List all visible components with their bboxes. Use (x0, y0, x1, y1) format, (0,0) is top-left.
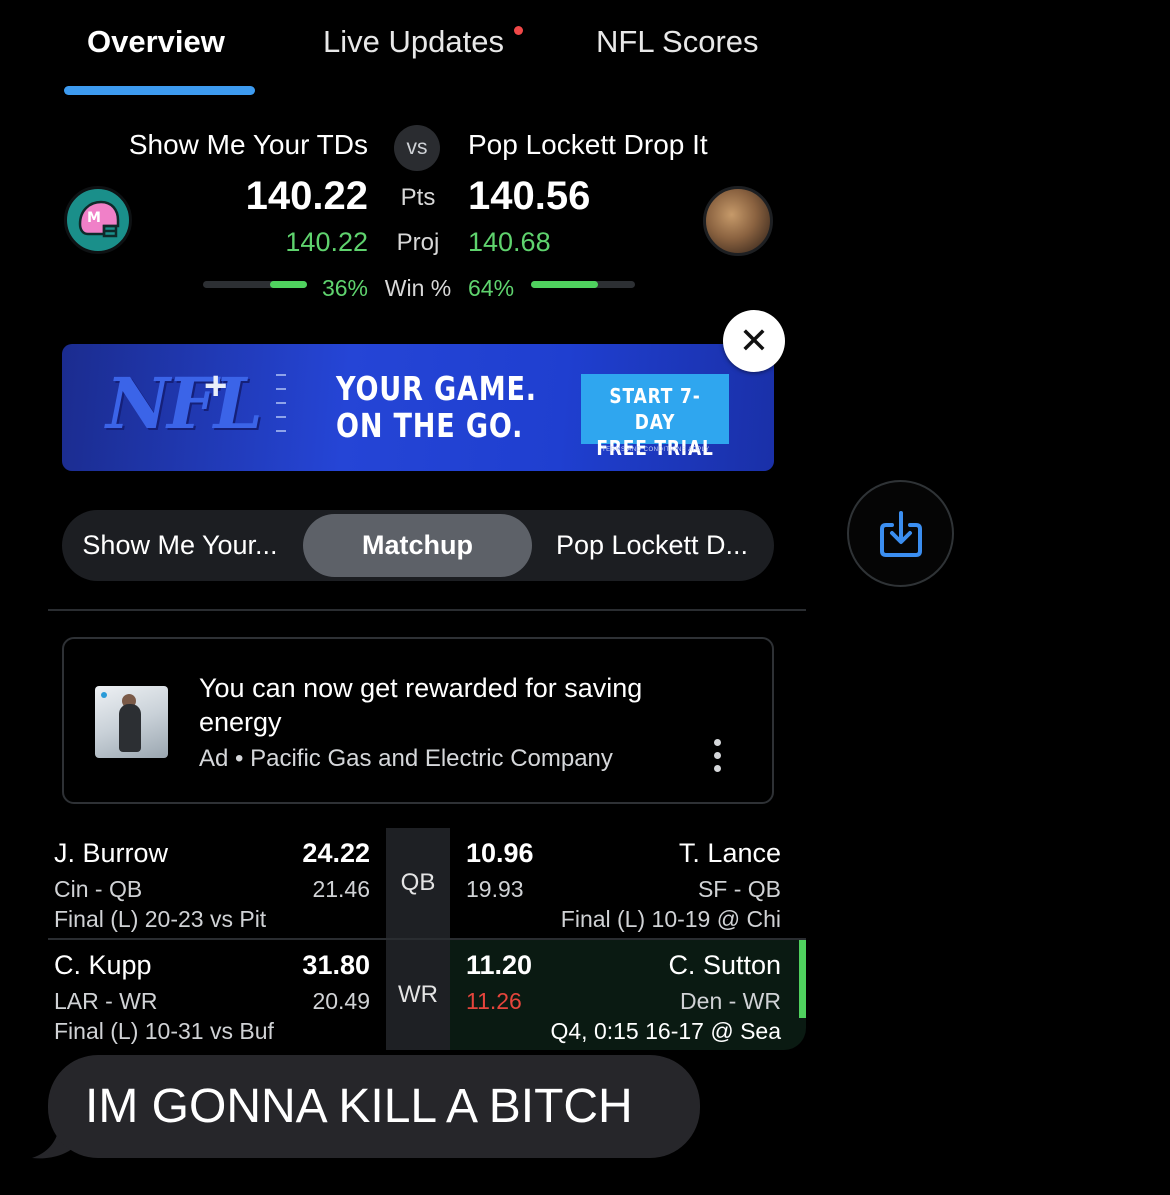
right-player-score: 11.20 (466, 950, 533, 980)
left-player-team-pos: LAR - WR (54, 988, 158, 1014)
ad-thumbnail (95, 686, 168, 758)
download-icon (879, 510, 922, 557)
banner-title: YOUR GAME. ON THE GO. (336, 370, 537, 444)
cta-line1: START 7-DAY (609, 384, 701, 434)
message-bubble[interactable]: IM GONNA KILL A BITCH (48, 1055, 700, 1158)
right-team-projected: 140.68 (468, 227, 551, 257)
right-player-proj: 11.26 (466, 988, 522, 1014)
tab-overview[interactable]: Overview (87, 24, 225, 60)
right-player-proj: 19.93 (466, 876, 524, 902)
ad-advertiser: Ad • Pacific Gas and Electric Company (199, 745, 613, 772)
nfl-logo: NFL (106, 362, 263, 445)
right-win-bar-fill (531, 281, 598, 288)
projected-label: Proj (396, 229, 440, 256)
ad-headline: You can now get rewarded for saving ener… (199, 673, 643, 737)
section-divider (48, 609, 806, 611)
right-player-name[interactable]: T. Lance (679, 838, 781, 869)
more-options-icon[interactable] (714, 739, 724, 775)
left-team-name[interactable]: Show Me Your TDs (129, 129, 368, 161)
right-player-score: 10.96 (466, 838, 534, 868)
team-segment-control: Show Me Your... Matchup Pop Lockett D... (62, 510, 774, 581)
left-player-score: 31.80 (302, 950, 370, 980)
right-player-team-pos: SF - QB (697, 876, 781, 902)
segment-right-team[interactable]: Pop Lockett D... (537, 510, 767, 581)
left-win-pct: 36% (321, 275, 368, 301)
left-player-proj: 20.49 (312, 988, 370, 1014)
live-indicator-bar (799, 940, 806, 1018)
left-win-bar-fill (270, 281, 307, 288)
vs-badge: vs (394, 125, 440, 171)
win-pct-label: Win % (384, 275, 452, 301)
right-player-game: Final (L) 10-19 @ Chi (560, 906, 781, 932)
points-label: Pts (400, 184, 436, 211)
left-team-points: 140.22 (245, 174, 368, 218)
right-team-points: 140.56 (468, 174, 591, 218)
banner-title-line1: YOUR GAME. (336, 369, 537, 408)
left-player-score: 24.22 (302, 838, 370, 868)
segment-matchup[interactable]: Matchup (303, 514, 532, 577)
position-label: QB (386, 828, 450, 938)
active-tab-indicator (64, 86, 255, 95)
left-player-game: Final (L) 20-23 vs Pit (54, 906, 267, 932)
right-win-pct: 64% (468, 275, 515, 301)
tab-live-updates[interactable]: Live Updates (323, 24, 504, 60)
right-player-game: Q4, 0:15 16-17 @ Sea (550, 1018, 782, 1044)
left-player-name[interactable]: J. Burrow (54, 838, 168, 869)
left-player-game: Final (L) 10-31 vs Buf (54, 1018, 274, 1044)
left-team-projected: 140.22 (285, 227, 368, 257)
banner-title-line2: ON THE GO. (336, 406, 524, 445)
left-player-proj: 21.46 (312, 876, 370, 902)
position-label: WR (386, 940, 450, 1050)
segment-left-team[interactable]: Show Me Your... (62, 510, 298, 581)
banner-divider (276, 374, 286, 444)
banner-terms: TERMS AND CONDITIONS APPLY (602, 447, 710, 453)
tab-nfl-scores[interactable]: NFL Scores (596, 24, 759, 60)
right-win-bar (531, 281, 635, 288)
left-player-team-pos: Cin - QB (54, 876, 143, 902)
nfl-plus-banner[interactable]: NFL + YOUR GAME. ON THE GO. START 7-DAY … (62, 344, 774, 471)
left-win-bar (203, 281, 307, 288)
sponsored-ad-card[interactable]: You can now get rewarded for saving ener… (62, 637, 774, 804)
nfl-plus-sign: + (204, 364, 228, 408)
player-row-wr[interactable]: C. Kupp 31.80 LAR - WR 20.49 Final (L) 1… (48, 940, 806, 1050)
close-icon: ✕ (738, 320, 770, 361)
football-helmet-icon: M (78, 200, 120, 238)
start-trial-button[interactable]: START 7-DAY FREE TRIAL (581, 374, 729, 460)
right-player-team-pos: Den - WR (680, 988, 781, 1014)
right-player-name[interactable]: C. Sutton (668, 950, 781, 981)
notification-dot (514, 26, 523, 35)
left-team-avatar[interactable]: M (64, 186, 132, 254)
download-button[interactable] (847, 480, 954, 587)
svg-text:M: M (87, 210, 101, 226)
right-team-name[interactable]: Pop Lockett Drop It (468, 129, 708, 161)
message-text: IM GONNA KILL A BITCH (85, 1080, 633, 1133)
left-player-name[interactable]: C. Kupp (54, 950, 152, 981)
close-banner-button[interactable]: ✕ (723, 310, 785, 372)
right-team-avatar[interactable] (703, 186, 773, 256)
player-row-qb[interactable]: J. Burrow 24.22 Cin - QB 21.46 Final (L)… (48, 828, 806, 938)
